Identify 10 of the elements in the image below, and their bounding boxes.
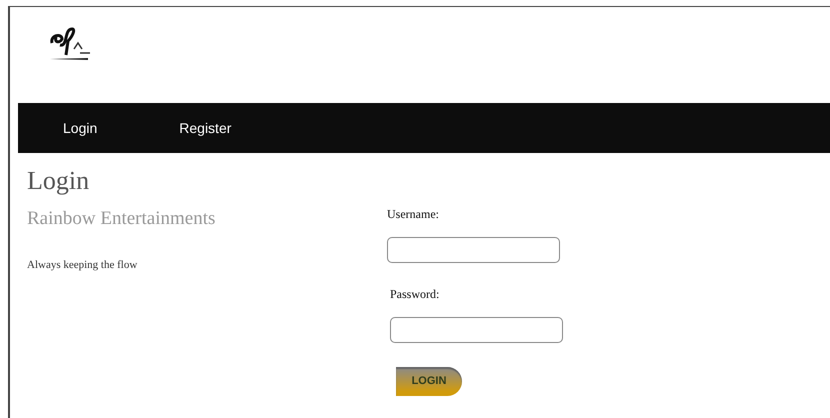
page-heading: Login bbox=[27, 165, 90, 196]
login-button[interactable]: LOGIN bbox=[396, 367, 462, 396]
nav-link[interactable]: Login bbox=[63, 118, 98, 138]
field-label: Password: bbox=[390, 286, 440, 303]
company-name: Rainbow Entertainments bbox=[27, 208, 216, 231]
input-field[interactable] bbox=[390, 317, 563, 343]
field-label: Username: bbox=[387, 206, 440, 223]
nav-link[interactable]: Register bbox=[179, 118, 232, 138]
tagline: Always keeping the flow bbox=[27, 258, 138, 273]
input-field[interactable] bbox=[387, 237, 560, 263]
